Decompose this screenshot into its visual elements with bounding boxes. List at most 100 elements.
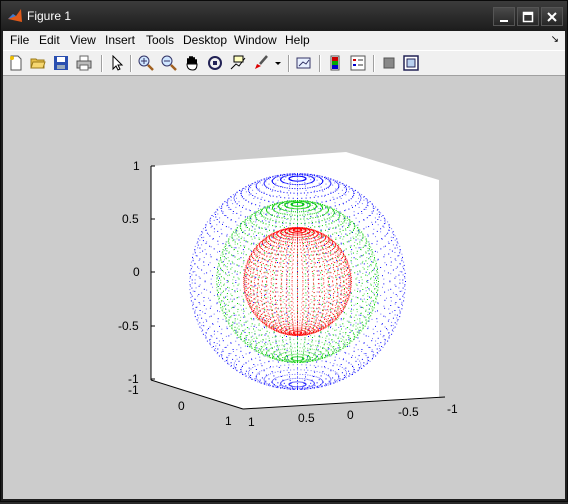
brush-dropdown-icon[interactable] (273, 55, 283, 71)
sphere-point (231, 308, 232, 309)
sphere-point (351, 293, 352, 294)
sphere-point (322, 298, 323, 299)
sphere-point (328, 326, 329, 327)
menu-insert[interactable]: Insert (105, 33, 135, 47)
sphere-point (363, 362, 364, 363)
sphere-point (266, 352, 267, 353)
menu-file[interactable]: File (10, 33, 29, 47)
sphere-point (337, 219, 338, 220)
pan-hand-icon[interactable] (184, 55, 200, 71)
sphere-point (228, 305, 229, 306)
sphere-point (275, 341, 276, 342)
sphere-point (221, 352, 222, 353)
zoom-out-icon[interactable] (161, 55, 177, 71)
edit-plot-arrow-icon[interactable] (109, 55, 125, 71)
sphere-point (338, 376, 339, 377)
brush-icon[interactable] (253, 55, 269, 71)
show-plot-tools-icon[interactable] (403, 55, 419, 71)
sphere-point (237, 319, 238, 320)
sphere-point (288, 361, 289, 362)
maximize-button[interactable] (517, 7, 539, 26)
sphere-point (260, 221, 261, 222)
axes-3d[interactable]: 1 0.5 0 -0.5 -1 -1 0 1 1 0.5 0 -0.5 -1 (3, 76, 565, 499)
sphere-point (251, 230, 252, 231)
sphere-point (366, 324, 367, 325)
sphere-point (265, 376, 266, 377)
sphere-point (277, 387, 278, 388)
sphere-point (297, 343, 298, 344)
sphere-point (249, 346, 250, 347)
menu-window[interactable]: Window (234, 33, 277, 47)
sphere-point (359, 315, 360, 316)
colorbar-icon[interactable] (327, 55, 343, 71)
sphere-point (254, 349, 255, 350)
sphere-point (299, 176, 300, 177)
legend-icon[interactable] (350, 55, 366, 71)
sphere-point (257, 379, 258, 380)
data-cursor-icon[interactable] (230, 55, 246, 71)
sphere-point (338, 215, 339, 216)
link-plot-icon[interactable] (296, 55, 312, 71)
sphere-point (369, 249, 370, 250)
sphere-point (326, 384, 327, 385)
sphere-point (289, 207, 290, 208)
sphere-point (350, 247, 351, 248)
sphere-point (297, 311, 298, 312)
sphere-point (375, 251, 376, 252)
save-icon[interactable] (53, 55, 69, 71)
sphere-point (240, 290, 241, 291)
sphere-point (367, 357, 368, 358)
sphere-point (195, 316, 196, 317)
minimize-button[interactable] (493, 7, 515, 26)
sphere-point (338, 318, 339, 319)
sphere-point (265, 208, 266, 209)
sphere-point (300, 235, 301, 236)
sphere-point (256, 338, 257, 339)
sphere-point (224, 247, 225, 248)
menu-view[interactable]: View (70, 33, 96, 47)
sphere-point (223, 271, 224, 272)
sphere-point (294, 374, 295, 375)
sphere-point (350, 230, 351, 231)
sphere-point (363, 200, 364, 201)
zoom-in-icon[interactable] (138, 55, 154, 71)
sphere-point (201, 237, 202, 238)
new-figure-icon[interactable] (8, 55, 24, 71)
sphere-point (214, 248, 215, 249)
sphere-point (330, 180, 331, 181)
close-button[interactable] (541, 7, 563, 26)
menu-tools[interactable]: Tools (146, 33, 174, 47)
sphere-point (270, 245, 271, 246)
sphere-point (380, 212, 381, 213)
sphere-point (286, 321, 287, 322)
sphere-point (351, 262, 352, 263)
sphere-point (402, 305, 403, 306)
sphere-point (377, 294, 378, 295)
title-bar[interactable]: Figure 1 (1, 1, 567, 31)
sphere-point (395, 304, 396, 305)
sphere-point (314, 204, 315, 205)
menu-desktop[interactable]: Desktop (183, 33, 227, 47)
dock-arrow-icon[interactable]: ↘ (551, 34, 559, 45)
sphere-point (369, 318, 370, 319)
sphere-point (285, 385, 286, 386)
sphere-point (226, 202, 227, 203)
sphere-point (301, 369, 302, 370)
sphere-point (363, 237, 364, 238)
rotate-3d-icon[interactable] (207, 55, 223, 71)
sphere-point (348, 227, 349, 228)
sphere-point (305, 379, 306, 380)
sphere-point (270, 344, 271, 345)
sphere-point (268, 384, 269, 385)
sphere-point (214, 342, 215, 343)
hide-plot-tools-icon[interactable] (381, 55, 397, 71)
sphere-point (304, 193, 305, 194)
sphere-point (357, 235, 358, 236)
sphere-point (356, 315, 357, 316)
sphere-point (308, 352, 309, 353)
open-file-icon[interactable] (30, 55, 46, 71)
menu-edit[interactable]: Edit (39, 33, 60, 47)
sphere-point (249, 194, 250, 195)
menu-help[interactable]: Help (285, 33, 310, 47)
print-icon[interactable] (76, 55, 92, 71)
